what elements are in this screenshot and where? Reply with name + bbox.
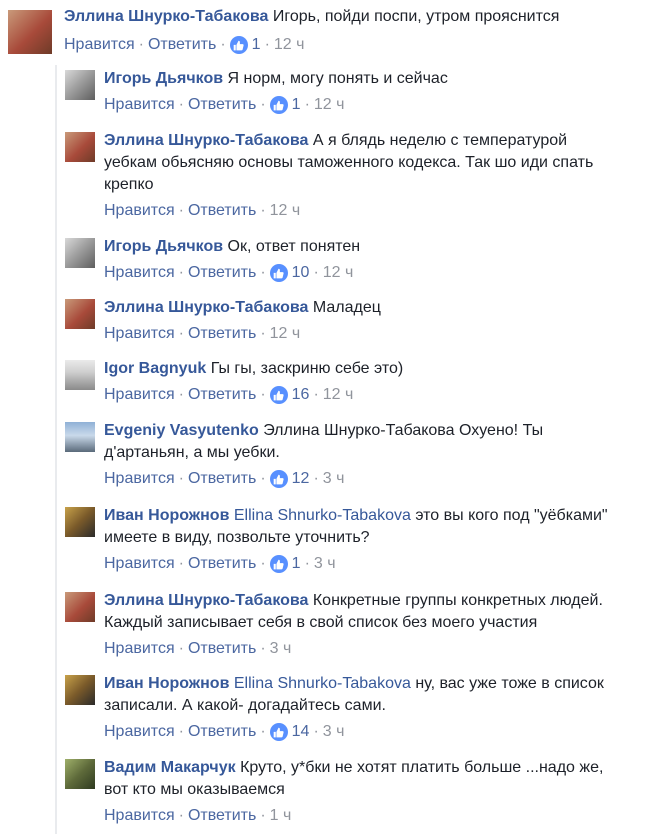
timestamp[interactable]: 12 ч: [270, 200, 301, 222]
comment-text: это вы кого под "уёбками": [415, 507, 608, 524]
comment-text-line: д'артаньян, а мы уебки.: [104, 444, 280, 461]
like-count[interactable]: 12: [269, 468, 309, 490]
reply-button[interactable]: Ответить: [188, 200, 256, 222]
timestamp[interactable]: 3 ч: [323, 468, 345, 490]
comment-text: Круто, у*бки не хотят платить больше ...…: [240, 759, 604, 776]
like-button[interactable]: Нравится: [104, 638, 175, 660]
like-button[interactable]: Нравится: [104, 323, 175, 345]
like-button[interactable]: Нравится: [104, 805, 175, 827]
reply-button[interactable]: Ответить: [188, 721, 256, 743]
comment-text-line: вот кто мы оказываемся: [104, 781, 285, 798]
comment-text: Эллина Шнурко-Табакова Охуено! Ты: [263, 422, 544, 439]
like-button[interactable]: Нравится: [104, 468, 175, 490]
comment-text: Гы гы, заскриню себе это): [210, 360, 404, 377]
comment-text: Игорь, пойди поспи, утром прояснится: [272, 8, 560, 25]
reply-button[interactable]: Ответить: [148, 34, 216, 56]
like-button[interactable]: Нравится: [104, 384, 175, 406]
comment-author[interactable]: Эллина Шнурко-Табакова: [104, 132, 308, 149]
thumbs-up-icon: [269, 555, 288, 573]
like-button[interactable]: Нравится: [104, 262, 175, 284]
comment-author[interactable]: Вадим Макарчук: [104, 759, 236, 776]
thumbs-up-icon: [229, 36, 248, 54]
like-count[interactable]: 16: [269, 384, 309, 406]
reply-button[interactable]: Ответить: [188, 262, 256, 284]
thumbs-up-icon: [269, 264, 288, 282]
avatar[interactable]: [65, 299, 95, 329]
like-button[interactable]: Нравится: [104, 200, 175, 222]
reply-button[interactable]: Ответить: [188, 638, 256, 660]
comment-author[interactable]: Игорь Дьячков: [104, 70, 223, 87]
thumbs-up-icon: [269, 96, 288, 114]
like-count[interactable]: 1: [269, 94, 301, 116]
reply-button[interactable]: Ответить: [188, 805, 256, 827]
avatar[interactable]: [65, 422, 95, 452]
timestamp[interactable]: 12 ч: [323, 262, 354, 284]
comment-author[interactable]: Игорь Дьячков: [104, 238, 223, 255]
comment-text: Я норм, могу понять и сейчас: [227, 70, 448, 87]
comment-author[interactable]: Evgeniy Vasyutenko: [104, 422, 259, 439]
like-button[interactable]: Нравится: [104, 553, 175, 575]
comment-text: ну, вас уже тоже в список: [415, 675, 604, 692]
thumbs-up-icon: [269, 723, 288, 741]
comment-text: А я блядь неделю с температурой: [312, 132, 568, 149]
timestamp[interactable]: 3 ч: [323, 721, 345, 743]
reply-button[interactable]: Ответить: [188, 94, 256, 116]
comment-author[interactable]: Эллина Шнурко-Табакова: [64, 8, 268, 25]
comment-text-line: записали. А какой- догадайтесь сами.: [104, 697, 386, 714]
like-button[interactable]: Нравится: [104, 94, 175, 116]
avatar[interactable]: [65, 507, 95, 537]
comment-author[interactable]: Igor Bagnyuk: [104, 360, 206, 377]
avatar[interactable]: [8, 10, 52, 54]
comment-author[interactable]: Эллина Шнурко-Табакова: [104, 299, 308, 316]
like-count[interactable]: 1: [229, 34, 261, 56]
like-count[interactable]: 14: [269, 721, 309, 743]
comment-text-line: имеете в виду, позвольте уточнить?: [104, 529, 370, 546]
avatar[interactable]: [65, 360, 95, 390]
comment-author[interactable]: Эллина Шнурко-Табакова: [104, 592, 308, 609]
avatar[interactable]: [65, 592, 95, 622]
avatar[interactable]: [65, 238, 95, 268]
comment-text: Маладец: [312, 299, 381, 316]
comment-text: Конкретные группы конкретных людей.: [312, 592, 603, 609]
reply-button[interactable]: Ответить: [188, 323, 256, 345]
reply-button[interactable]: Ответить: [188, 553, 256, 575]
mention-link[interactable]: Ellina Shnurko-Tabakova: [234, 675, 411, 692]
avatar[interactable]: [65, 675, 95, 705]
avatar[interactable]: [65, 132, 95, 162]
timestamp[interactable]: 12 ч: [270, 323, 301, 345]
like-count[interactable]: 10: [269, 262, 309, 284]
timestamp[interactable]: 12 ч: [323, 384, 354, 406]
timestamp[interactable]: 3 ч: [314, 553, 336, 575]
reply-button[interactable]: Ответить: [188, 384, 256, 406]
timestamp[interactable]: 1 ч: [270, 805, 292, 827]
comment-text: Ок, ответ понятен: [227, 238, 361, 255]
like-button[interactable]: Нравится: [64, 34, 135, 56]
timestamp[interactable]: 3 ч: [270, 638, 292, 660]
like-count[interactable]: 1: [269, 553, 301, 575]
timestamp[interactable]: 12 ч: [274, 34, 305, 56]
timestamp[interactable]: 12 ч: [314, 94, 345, 116]
thumbs-up-icon: [269, 470, 288, 488]
reply-button[interactable]: Ответить: [188, 468, 256, 490]
mention-link[interactable]: Ellina Shnurko-Tabakova: [234, 507, 411, 524]
thumbs-up-icon: [269, 386, 288, 404]
like-button[interactable]: Нравится: [104, 721, 175, 743]
comment-author[interactable]: Иван Норожнов: [104, 675, 229, 692]
avatar[interactable]: [65, 759, 95, 789]
comment-text-line: Каждый записывает себя в свой список без…: [104, 614, 538, 631]
avatar[interactable]: [65, 70, 95, 100]
comment-text-line: уебкам обьясняю основы таможенного кодек…: [104, 154, 594, 171]
comment-author[interactable]: Иван Норожнов: [104, 507, 229, 524]
comment-text-line: крепко: [104, 176, 154, 193]
reply-thread-line: [55, 65, 57, 834]
